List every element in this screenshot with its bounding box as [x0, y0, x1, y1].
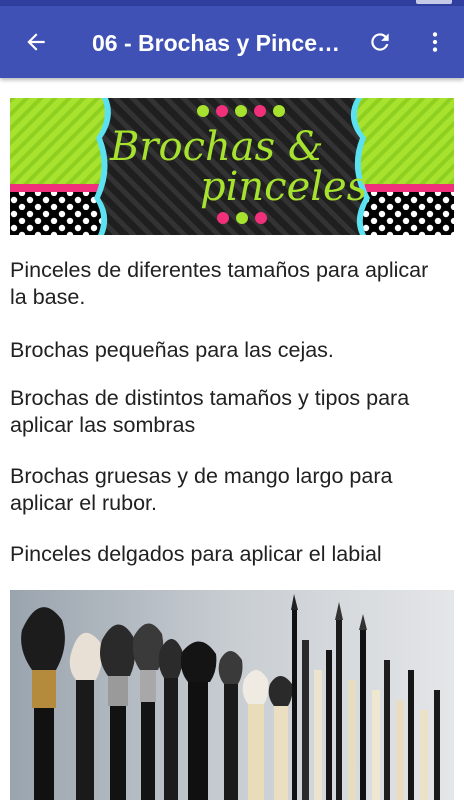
brush-collection-photo: [10, 590, 454, 800]
back-button[interactable]: [14, 20, 58, 64]
paragraph-base-brushes: Pinceles de diferentes tamaños para apli…: [10, 258, 429, 309]
page-title: 06 - Brochas y Pinceles: [92, 30, 342, 56]
more-options-button[interactable]: [413, 20, 457, 64]
article-content: Brochas & pinceles Pinceles de diferente…: [0, 78, 464, 800]
paragraph-eyebrow-brushes: Brochas pequeñas para las cejas.: [10, 338, 334, 362]
brochas-pinceles-banner: Brochas & pinceles: [10, 98, 454, 235]
more-vert-icon: [432, 32, 438, 52]
app-bar: 06 - Brochas y Pinceles: [0, 6, 464, 78]
paragraph-eyeshadow-brushes: Brochas de distintos tamaños y tipos par…: [10, 386, 410, 437]
paragraph-blush-brushes: Brochas gruesas y de mango largo para ap…: [10, 464, 393, 515]
battery-icon: [416, 0, 452, 4]
banner-line-2: pinceles: [200, 164, 367, 210]
arrow-back-icon: [27, 33, 45, 51]
refresh-button[interactable]: [358, 20, 402, 64]
paragraph-lip-brushes: Pinceles delgados para aplicar el labial: [10, 542, 382, 566]
refresh-icon: [371, 33, 389, 51]
